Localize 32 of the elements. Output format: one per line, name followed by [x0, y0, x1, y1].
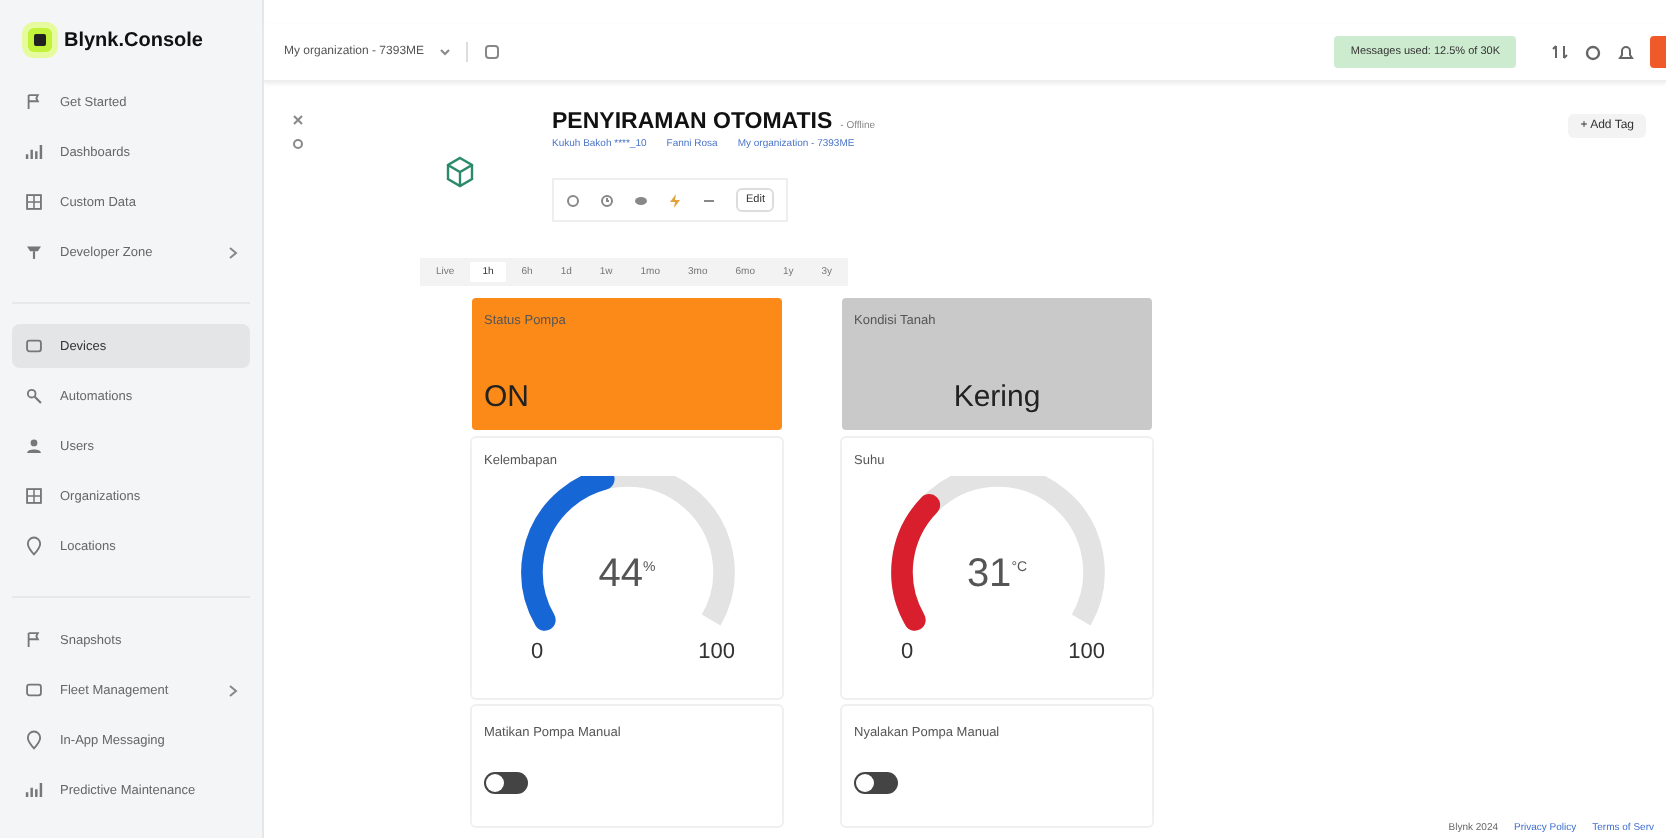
- widget-value: ON: [484, 380, 529, 414]
- toggle-switch[interactable]: [854, 772, 898, 794]
- gauge-min: 0: [901, 640, 914, 664]
- flag-icon: [24, 92, 44, 112]
- chevron-down-icon: [440, 48, 451, 56]
- cube-icon: [444, 156, 476, 188]
- bell-icon[interactable]: [1618, 43, 1634, 61]
- search-icon: [24, 386, 44, 406]
- device-icon: [24, 336, 44, 356]
- flag-icon: [24, 630, 44, 650]
- pin-icon: [24, 536, 44, 556]
- toggle-switch[interactable]: [484, 772, 528, 794]
- widget-value: Kering: [953, 380, 1041, 414]
- bar-chart-icon: [24, 142, 44, 162]
- grid-icon: [24, 486, 44, 506]
- device-title: PENYIRAMAN OTOMATIS: [552, 110, 833, 134]
- grid-icon: [24, 192, 44, 212]
- bar-chart-icon: [24, 780, 44, 800]
- clipboard-icon[interactable]: [484, 44, 501, 60]
- gauge-max: 100: [698, 640, 735, 664]
- user-icon: [24, 436, 44, 456]
- sort-icon[interactable]: [1552, 44, 1568, 60]
- gauge-max: 100: [1068, 640, 1105, 664]
- clock-icon[interactable]: [600, 193, 614, 207]
- app-logo: Blynk.Console: [64, 29, 203, 51]
- logo-icon: [28, 28, 52, 52]
- gauge-min: 0: [531, 640, 544, 664]
- pin-icon: [24, 730, 44, 750]
- close-icon[interactable]: [292, 114, 304, 126]
- device-icon: [24, 680, 44, 700]
- bolt-icon[interactable]: [668, 193, 682, 207]
- tool-icon: [24, 242, 44, 262]
